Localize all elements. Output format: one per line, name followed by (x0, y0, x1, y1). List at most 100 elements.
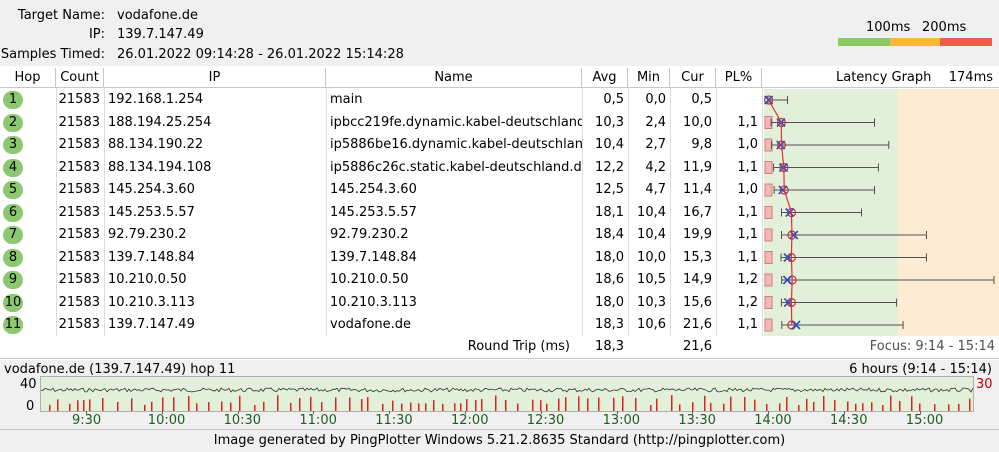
timeline-tick-label: 12:00 (451, 413, 489, 428)
timeline-loss-mark (532, 399, 534, 411)
timeline-range: 6 hours (9:14 - 15:14) (849, 362, 992, 377)
timeline-loss-mark (57, 399, 59, 411)
packet-loss-bar (764, 206, 773, 219)
timeline-loss-mark (744, 396, 746, 411)
timeline-tick-label: 10:00 (147, 413, 186, 428)
timeline-loss-mark (433, 400, 435, 411)
timeline-loss-mark (310, 396, 312, 411)
timeline-loss-mark (958, 403, 960, 411)
timeline-loss-mark (635, 397, 637, 411)
packet-loss-bar (764, 296, 773, 309)
timeline-right-value: 30 (976, 377, 993, 392)
timeline-loss-mark (361, 399, 363, 411)
timeline-loss-mark (442, 403, 444, 411)
timeline-tick-mark (919, 411, 921, 414)
timeline-loss-mark (692, 402, 694, 411)
timeline-loss-mark (656, 398, 658, 411)
timeline-loss-mark (254, 404, 256, 411)
timeline-loss-mark (401, 403, 403, 411)
timeline-loss-mark (188, 396, 190, 411)
timeline-loss-mark (505, 399, 507, 411)
timeline-loss-mark (382, 403, 384, 411)
timeline-loss-mark (613, 397, 615, 411)
timeline-loss-mark (335, 397, 337, 411)
timeline-tick-label: 13:30 (678, 413, 716, 428)
timeline-loss-mark (299, 397, 301, 411)
timeline-tick-mark (540, 411, 542, 414)
timeline-loss-mark (679, 404, 681, 411)
timeline-loss-mark (934, 404, 936, 411)
timeline-loss-mark (475, 399, 477, 411)
timeline-loss-mark (460, 403, 462, 411)
timeline-loss-mark (69, 403, 71, 411)
timeline-loss-mark (102, 398, 104, 411)
timeline-loss-mark (847, 401, 849, 411)
timeline-tick-mark (86, 411, 87, 414)
timeline-y-bottom: 0 (26, 399, 35, 414)
round-trip-cur: 21,6 (683, 339, 712, 354)
packet-loss-bar (764, 161, 773, 174)
timeline-loss-mark (162, 397, 164, 411)
round-trip-avg: 18,3 (595, 339, 624, 354)
timeline-tick-label: 11:30 (375, 413, 413, 428)
timeline-loss-mark (911, 396, 913, 411)
timeline-chart (40, 387, 974, 411)
timeline-tick-label: 14:30 (830, 413, 868, 428)
timeline-tick-mark (313, 411, 315, 414)
timeline-loss-mark (196, 403, 198, 411)
timeline-loss-mark (349, 397, 351, 411)
timeline-tick-mark (616, 411, 618, 414)
timeline-tick-label: 15:00 (905, 413, 944, 428)
packet-loss-bar (764, 138, 773, 152)
packet-loss-bar (764, 228, 773, 242)
timeline-loss-mark (263, 401, 265, 411)
timeline-loss-mark (277, 395, 279, 411)
timeline-loss-mark (83, 400, 85, 411)
timeline-loss-mark (144, 404, 146, 411)
timeline-loss-mark (587, 398, 589, 411)
timeline-tick-label: 14:00 (754, 413, 792, 428)
timeline-loss-mark (540, 400, 542, 411)
timeline-loss-mark (578, 396, 580, 411)
timeline-loss-mark (151, 401, 153, 411)
timeline-tick-label: 10:30 (223, 413, 262, 428)
footer-text: Image generated by PingPlotter Windows 5… (213, 433, 786, 448)
timeline-loss-mark (786, 396, 788, 411)
timeline-tick-mark (465, 411, 466, 414)
timeline-loss-mark (948, 404, 950, 411)
timeline-loss-mark (834, 399, 836, 411)
timeline-loss-mark (117, 401, 119, 411)
timeline-loss-mark (410, 402, 412, 411)
timeline-loss-mark (546, 403, 548, 411)
timeline-loss-mark (622, 396, 624, 411)
timeline-loss-mark (650, 404, 652, 411)
timeline-loss-mark (392, 400, 394, 411)
timeline-loss-mark (754, 399, 756, 411)
packet-loss-bar (764, 318, 773, 332)
timeline-loss-mark (598, 397, 600, 411)
timeline-loss-mark (208, 402, 210, 411)
timeline-chart-area[interactable] (40, 376, 974, 412)
timeline-loss-mark (806, 398, 808, 411)
timeline-loss-mark (495, 395, 497, 411)
timeline-loss-mark (671, 395, 673, 411)
timeline-tick-label: 9:30 (72, 413, 102, 428)
timeline-loss-mark (969, 398, 971, 411)
timeline-loss-mark (481, 398, 483, 411)
timeline-loss-mark (558, 398, 560, 411)
timeline-tick-mark (768, 411, 770, 414)
timeline-loss-mark (798, 404, 800, 411)
timeline-loss-mark (882, 404, 884, 411)
timeline-loss-mark (565, 397, 567, 411)
timeline-title: vodafone.de (139.7.147.49) hop 11 (4, 362, 236, 377)
timeline-loss-mark (290, 402, 292, 411)
timeline-loss-mark (131, 398, 133, 411)
timeline-loss-mark (367, 397, 369, 411)
timeline-loss-mark (899, 400, 901, 411)
timeline-loss-mark (221, 401, 223, 411)
divider (0, 358, 999, 359)
timeline-tick-mark (237, 411, 239, 414)
focus-range: Focus: 9:14 - 15:14 (869, 339, 995, 354)
timeline-loss-mark (890, 395, 892, 411)
timeline-loss-mark (704, 395, 706, 411)
